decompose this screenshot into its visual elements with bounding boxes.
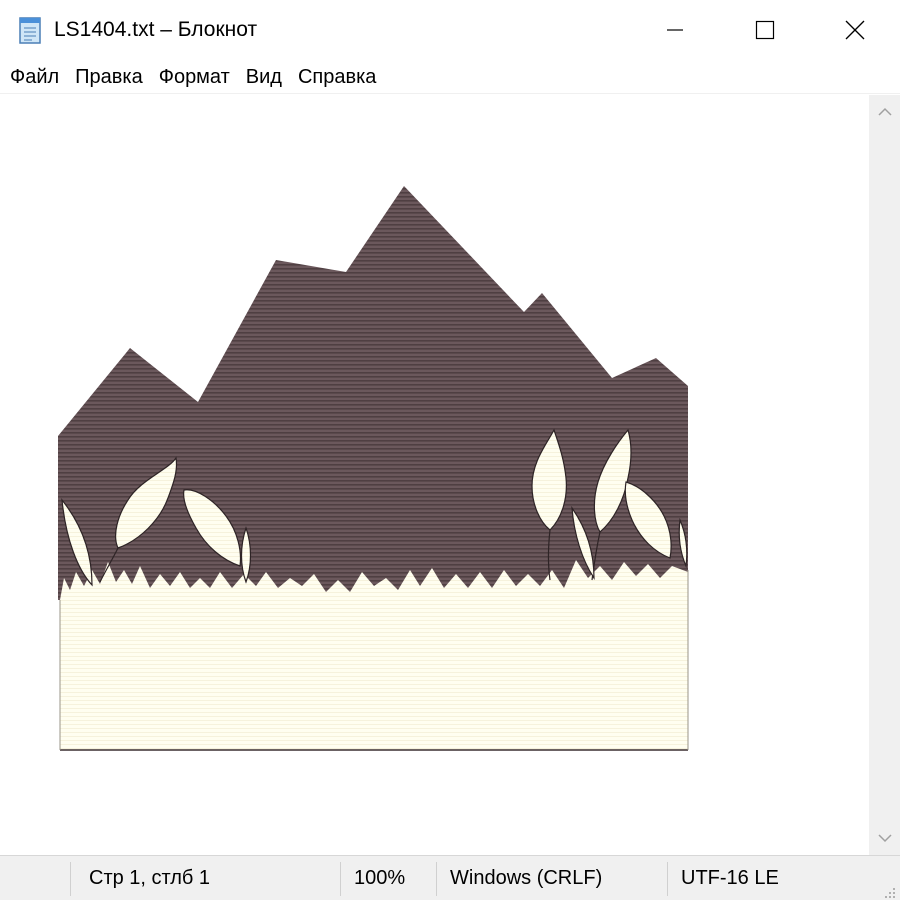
chevron-down-icon [877, 834, 892, 843]
resize-grip-icon[interactable] [882, 882, 896, 898]
minimize-icon [667, 29, 683, 31]
chevron-up-icon [877, 107, 892, 116]
menu-bar: Файл Правка Формат Вид Справка [0, 60, 900, 94]
status-bar: Стр 1, стлб 1 100% Windows (CRLF) UTF-16… [0, 855, 900, 900]
status-separator [436, 862, 437, 896]
grass-ground [60, 560, 688, 750]
minimize-button[interactable] [630, 0, 720, 60]
status-separator [667, 862, 668, 896]
status-cursor-position: Стр 1, стлб 1 [89, 867, 211, 889]
maximize-icon [755, 20, 775, 40]
status-encoding: UTF-16 LE [681, 867, 779, 889]
close-button[interactable] [810, 0, 900, 60]
scroll-up-button[interactable] [869, 95, 900, 129]
menu-help[interactable]: Справка [290, 60, 384, 94]
status-zoom: 100% [354, 867, 406, 889]
text-editor-area[interactable] [0, 95, 869, 855]
title-bar[interactable]: LS1404.txt – Блокнот [0, 0, 900, 60]
status-line-endings: Windows (CRLF) [450, 867, 603, 889]
close-icon [845, 20, 865, 40]
window-title: LS1404.txt – Блокнот [54, 18, 258, 41]
notepad-icon [18, 15, 44, 45]
scroll-down-button[interactable] [869, 821, 900, 855]
maximize-button[interactable] [720, 0, 810, 60]
menu-view[interactable]: Вид [238, 60, 290, 94]
menu-file[interactable]: Файл [2, 60, 67, 94]
ascii-art-image [58, 186, 689, 751]
vertical-scrollbar[interactable] [869, 95, 900, 855]
status-separator [70, 862, 71, 896]
menu-edit[interactable]: Правка [67, 60, 151, 94]
menu-format[interactable]: Формат [151, 60, 238, 94]
mountains-shape [58, 186, 688, 600]
status-separator [340, 862, 341, 896]
